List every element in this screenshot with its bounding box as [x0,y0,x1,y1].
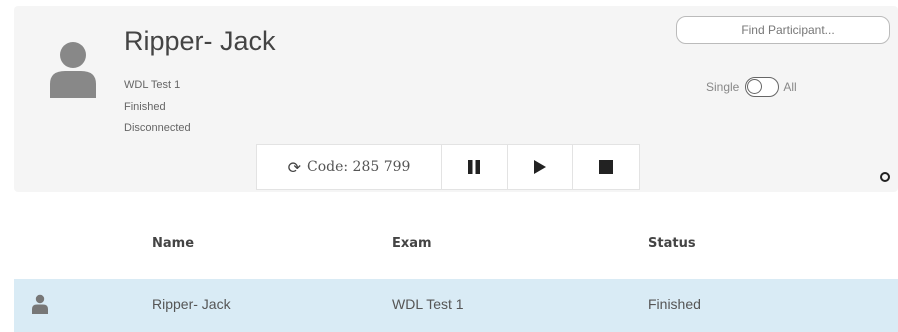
session-controls: ⟳ Code: 285 799 [256,144,640,190]
toggle-label-all: All [783,80,797,94]
participant-name: Ripper- Jack [124,26,276,56]
cell-exam: WDL Test 1 [392,296,464,312]
column-header-exam[interactable]: Exam [392,236,432,251]
pause-icon [468,160,481,174]
participant-state: Finished [124,101,166,113]
play-button[interactable] [508,145,574,189]
refresh-code-button[interactable]: ⟳ Code: 285 799 [257,145,443,189]
play-icon [534,160,547,174]
view-toggle-row: Single All [706,76,797,98]
find-participant-input[interactable]: Find Participant... [676,16,890,44]
settings-dot-icon[interactable] [880,172,890,182]
refresh-icon: ⟳ [287,157,301,177]
column-header-status[interactable]: Status [648,236,696,251]
single-all-toggle[interactable] [745,77,780,97]
find-participant-placeholder: Find Participant... [741,23,835,37]
cell-name: Ripper- Jack [152,296,231,312]
user-avatar-icon [50,42,96,98]
column-header-name[interactable]: Name [152,236,194,251]
cell-status: Finished [648,296,701,312]
pause-button[interactable] [442,145,508,189]
stop-button[interactable] [573,145,639,189]
participant-exam: WDL Test 1 [124,79,181,91]
user-icon [32,294,48,314]
stop-icon [599,160,614,174]
participant-connection: Disconnected [124,122,191,134]
toggle-knob [747,79,763,94]
toggle-label-single: Single [706,80,740,94]
code-label: Code: 285 799 [306,159,411,175]
